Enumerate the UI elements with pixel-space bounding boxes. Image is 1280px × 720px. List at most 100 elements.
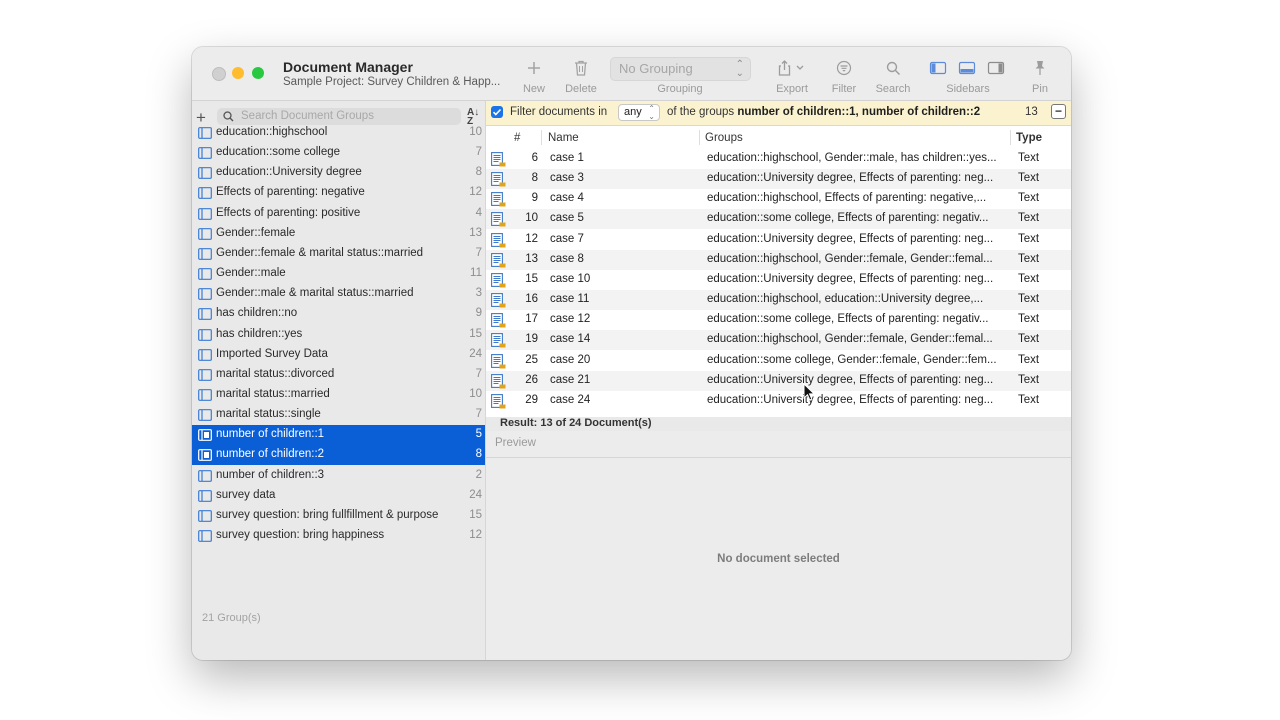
- table-row[interactable]: 8 case 3 education::University degree, Eff…: [486, 169, 1071, 190]
- minimize-button[interactable]: [232, 67, 244, 79]
- text-document-icon: [491, 152, 506, 170]
- document-name: case 4: [550, 192, 584, 205]
- document-name: case 1: [550, 152, 584, 164]
- search-button[interactable]: Search: [874, 57, 912, 95]
- chevron-updown-icon: ⌃ ⌄: [735, 59, 744, 79]
- table-row[interactable]: 12 case 7 education::University degree, Ef…: [486, 229, 1071, 250]
- remove-filter-button[interactable]: −: [1051, 104, 1066, 119]
- share-icon: [772, 57, 812, 79]
- trash-icon: [563, 57, 599, 79]
- sidebar-group-item[interactable]: number of children::1 5: [192, 425, 485, 446]
- document-name: case 7: [550, 232, 584, 245]
- text-document-icon: [491, 373, 506, 392]
- document-group-icon: [198, 308, 212, 323]
- document-group-icon: [198, 509, 212, 525]
- sidebar-group-item[interactable]: education::some college 7: [192, 143, 485, 163]
- sidebar-group-item[interactable]: marital status::divorced 7: [192, 365, 485, 385]
- bottom-panel-icon[interactable]: [958, 61, 976, 75]
- group-name: number of children::2: [216, 448, 325, 461]
- document-group-icon: [198, 207, 212, 223]
- grouping-select[interactable]: No Grouping ⌃ ⌄: [610, 57, 751, 81]
- export-button[interactable]: Export: [772, 57, 812, 95]
- plus-icon: [519, 57, 549, 79]
- table-row[interactable]: 25 case 20 education::some college, Gender…: [486, 350, 1071, 371]
- column-header-groups[interactable]: Groups: [705, 132, 743, 144]
- document-groups: education::highschool, education::Univer…: [707, 293, 984, 306]
- group-count: 12: [469, 186, 482, 199]
- document-number: 17: [525, 313, 538, 326]
- sidebar-group-item[interactable]: Gender::male & marital status::married 3: [192, 284, 485, 304]
- sidebar-group-item[interactable]: Gender::male 11: [192, 264, 485, 284]
- sidebar-group-item[interactable]: has children::no 9: [192, 304, 485, 324]
- mouse-cursor-icon: [803, 383, 815, 401]
- table-row[interactable]: 19 case 14 education::highschool, Gender::…: [486, 330, 1071, 351]
- sidebar-group-item[interactable]: survey data 24: [192, 486, 485, 506]
- sidebar-group-item[interactable]: marital status::married 10: [192, 385, 485, 405]
- document-number: 19: [525, 333, 538, 346]
- document-group-icon: [198, 227, 212, 243]
- group-count: 15: [469, 508, 482, 521]
- group-name: has children::yes: [216, 327, 303, 340]
- group-name: number of children::1: [216, 428, 325, 441]
- document-type: Text: [1018, 293, 1040, 306]
- filter-button[interactable]: Filter: [828, 57, 860, 95]
- column-header-number[interactable]: #: [514, 132, 520, 144]
- group-count: 10: [469, 387, 482, 400]
- sidebar-group-item[interactable]: Gender::female & marital status::married…: [192, 244, 485, 264]
- sidebar-group-item[interactable]: Gender::female 13: [192, 224, 485, 244]
- sidebar-group-item[interactable]: marital status::single 7: [192, 405, 485, 425]
- pin-button[interactable]: Pin: [1028, 57, 1052, 95]
- sidebar-group-item[interactable]: has children::yes 15: [192, 325, 485, 345]
- group-count: 4: [475, 206, 482, 219]
- filter-checkbox[interactable]: [491, 106, 503, 118]
- document-group-icon: [198, 489, 212, 505]
- group-count: 13: [469, 226, 482, 239]
- group-name: survey data: [216, 488, 276, 501]
- document-number: 8: [531, 172, 538, 185]
- sidebar-group-item[interactable]: survey question: bring fullfillment & pu…: [192, 506, 485, 526]
- sidebar-group-item[interactable]: number of children::3 2: [192, 466, 485, 486]
- text-document-icon: [491, 192, 506, 210]
- text-document-icon: [491, 393, 506, 412]
- text-document-icon: [491, 313, 506, 331]
- sidebars-control[interactable]: Sidebars: [926, 57, 1010, 95]
- document-number: 13: [525, 252, 538, 265]
- table-row[interactable]: 10 case 5 education::some college, Effects…: [486, 209, 1071, 230]
- sidebar-group-item[interactable]: Effects of parenting: negative 12: [192, 183, 485, 203]
- group-count: 9: [475, 307, 482, 320]
- group-name: Gender::male: [216, 267, 286, 280]
- sidebar-group-item[interactable]: survey question: bring happiness 12: [192, 526, 485, 546]
- zoom-button[interactable]: [252, 67, 264, 79]
- table-row[interactable]: 16 case 11 education::highschool, educatio…: [486, 290, 1071, 311]
- sidebar-group-item[interactable]: education::highschool 10: [192, 123, 485, 143]
- document-groups: education::University degree, Effects of…: [707, 373, 994, 386]
- document-type: Text: [1018, 172, 1040, 185]
- group-name: education::some college: [216, 146, 341, 159]
- sidebar-group-item[interactable]: education::University degree 8: [192, 163, 485, 183]
- sidebar-group-item[interactable]: Effects of parenting: positive 4: [192, 204, 485, 224]
- table-row[interactable]: 29 case 24 education::University degree, E…: [486, 390, 1071, 412]
- table-row[interactable]: 13 case 8 education::highschool, Gender::f…: [486, 249, 1071, 270]
- window-title: Document Manager: [283, 59, 413, 75]
- document-groups: education::highschool, Gender::female, G…: [707, 333, 993, 346]
- table-row[interactable]: 17 case 12 education::some college, Effect…: [486, 310, 1071, 331]
- table-row[interactable]: 6 case 1 education::highschool, Gender::ma…: [486, 149, 1071, 169]
- delete-button[interactable]: Delete: [563, 57, 599, 95]
- sidebar-group-item[interactable]: Imported Survey Data 24: [192, 345, 485, 365]
- filter-mode-select[interactable]: any ⌃ ⌄: [618, 104, 660, 121]
- right-sidebar-icon[interactable]: [987, 61, 1005, 75]
- table-row[interactable]: 26 case 21 education::University degree, E…: [486, 370, 1071, 392]
- titlebar: Document Manager Sample Project: Survey …: [192, 47, 1071, 101]
- document-type: Text: [1018, 232, 1040, 245]
- new-button[interactable]: New: [519, 57, 549, 95]
- document-type: Text: [1018, 252, 1040, 265]
- group-name: survey question: bring fullfillment & pu…: [216, 508, 439, 521]
- column-header-type[interactable]: Type: [1016, 132, 1042, 144]
- table-row[interactable]: 15 case 10 education::University degree, E…: [486, 269, 1071, 290]
- document-type: Text: [1018, 313, 1040, 326]
- sidebar-group-item[interactable]: number of children::2 8: [192, 445, 485, 466]
- column-header-name[interactable]: Name: [548, 132, 579, 144]
- table-row[interactable]: 9 case 4 education::highschool, Effects of…: [486, 189, 1071, 210]
- close-button[interactable]: [212, 67, 226, 81]
- left-sidebar-icon[interactable]: [929, 61, 947, 75]
